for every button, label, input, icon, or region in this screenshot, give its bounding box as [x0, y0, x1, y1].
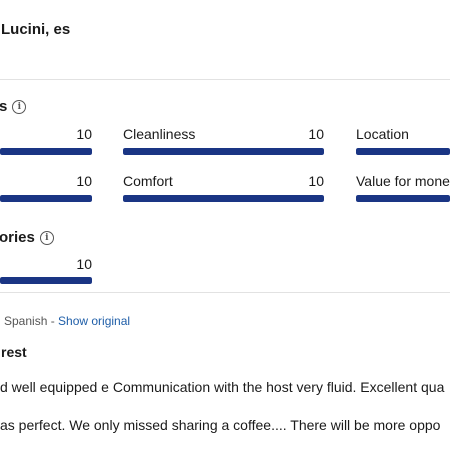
rating-bar-fill — [0, 195, 92, 202]
rating-bar-fill — [123, 195, 324, 202]
rating-label-location: Location — [356, 126, 409, 142]
rating-label-comfort: Comfort — [123, 173, 173, 189]
info-icon[interactable]: i — [39, 230, 54, 245]
rating-bar-fill — [356, 148, 450, 155]
category-bar-fill — [0, 277, 92, 284]
rating-bar-comfort — [123, 195, 324, 202]
translation-language: Spanish - — [4, 314, 59, 328]
rating-bar-location — [356, 148, 450, 155]
categories-section-title: ories i — [0, 229, 54, 246]
categories-title-text: ories — [0, 229, 35, 246]
rating-bar — [0, 148, 92, 155]
divider — [0, 79, 450, 80]
review-text-line: as perfect. We only missed sharing a cof… — [0, 417, 441, 433]
info-icon[interactable]: i — [12, 99, 27, 114]
translation-notice: Spanish - Show original — [4, 314, 130, 328]
reviewer-name: Lucini, es — [1, 21, 71, 38]
rating-score: 10 — [76, 173, 92, 189]
show-original-link[interactable]: Show original — [58, 314, 130, 328]
rating-score-comfort: 10 — [308, 173, 324, 189]
category-score: 10 — [76, 256, 92, 272]
review-text-line: d well equipped e Communication with the… — [0, 379, 445, 395]
rating-label-value: Value for mone — [356, 173, 450, 189]
rating-bar — [0, 195, 92, 202]
divider — [0, 292, 450, 293]
rating-bar-value — [356, 195, 450, 202]
rating-score-cleanliness: 10 — [308, 126, 324, 142]
ratings-section-title: s i — [0, 98, 27, 115]
rating-score: 10 — [76, 126, 92, 142]
rating-label-cleanliness: Cleanliness — [123, 126, 196, 142]
rating-bar-fill — [356, 195, 450, 202]
category-bar — [0, 277, 92, 284]
ratings-title-text: s — [0, 98, 8, 115]
rating-bar-fill — [0, 148, 92, 155]
review-title: rest — [1, 344, 27, 360]
rating-bar-cleanliness — [123, 148, 324, 155]
rating-bar-fill — [123, 148, 324, 155]
